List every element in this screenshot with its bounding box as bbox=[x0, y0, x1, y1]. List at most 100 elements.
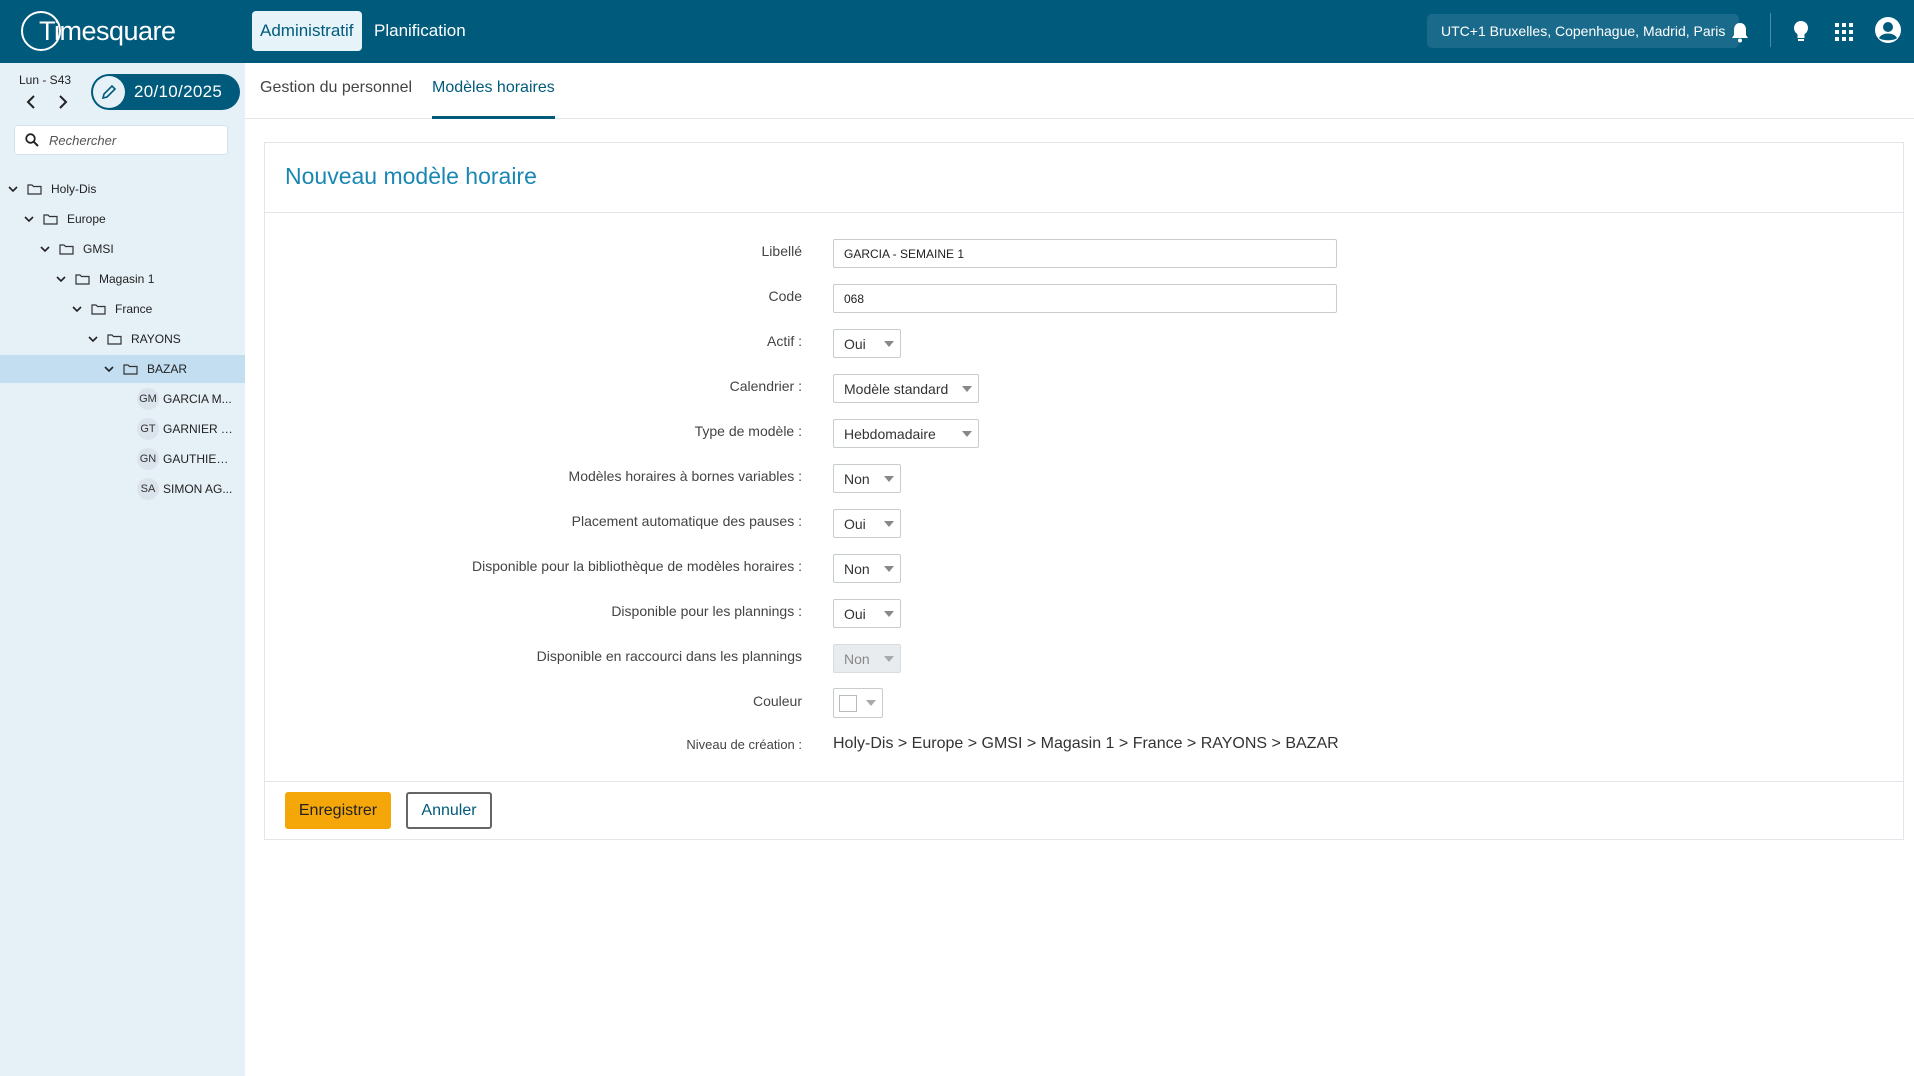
folder-icon bbox=[107, 334, 122, 345]
user-account-icon[interactable] bbox=[1874, 16, 1902, 44]
form-title: Nouveau modèle horaire bbox=[285, 163, 537, 189]
couleur-picker[interactable] bbox=[833, 688, 883, 718]
nav-tab-planification[interactable]: Planification bbox=[366, 11, 474, 51]
chevron-down-icon[interactable] bbox=[39, 243, 51, 255]
niveau-creation-label: Niveau de création : bbox=[686, 737, 802, 752]
toolbar-divider bbox=[1770, 13, 1771, 47]
search-input[interactable] bbox=[49, 132, 219, 148]
employee-initials-avatar: GN bbox=[137, 448, 159, 470]
placement-pauses-select[interactable]: Oui bbox=[833, 509, 901, 538]
folder-icon bbox=[75, 274, 90, 285]
tree-node-gmsi[interactable]: GMSI bbox=[0, 235, 245, 263]
actif-label: Actif : bbox=[766, 333, 802, 349]
tree-node-label: France bbox=[115, 302, 153, 316]
tree-node-label: RAYONS bbox=[131, 332, 181, 346]
caret-down-icon bbox=[884, 611, 894, 617]
nav-tab-administratif[interactable]: Administratif bbox=[252, 11, 362, 51]
timesquare-logo[interactable]: Timesquare bbox=[21, 10, 176, 52]
employee-name: SIMON AG... bbox=[163, 482, 233, 496]
libelle-input[interactable]: GARCIA - SEMAINE 1 bbox=[833, 239, 1337, 268]
bornes-variables-select[interactable]: Non bbox=[833, 464, 901, 493]
chevron-down-icon[interactable] bbox=[55, 273, 67, 285]
chevron-down-icon[interactable] bbox=[7, 183, 19, 195]
plannings-value: Oui bbox=[844, 605, 866, 622]
employee-row[interactable]: GT GARNIER T... bbox=[137, 416, 237, 442]
tree-node-label: Magasin 1 bbox=[99, 272, 155, 286]
employee-initials-avatar: GM bbox=[137, 388, 159, 410]
tree-node-label: Holy-Dis bbox=[51, 182, 97, 196]
divider bbox=[265, 781, 1903, 782]
tree-node-holy-dis[interactable]: Holy-Dis bbox=[0, 175, 245, 203]
cancel-button[interactable]: Annuler bbox=[406, 792, 492, 829]
type-modele-label: Type de modèle : bbox=[694, 423, 802, 439]
next-day-chevron-icon[interactable] bbox=[54, 93, 72, 111]
placement-pauses-value: Oui bbox=[844, 515, 866, 532]
placement-pauses-label: Placement automatique des pauses : bbox=[571, 513, 802, 529]
folder-icon bbox=[91, 304, 106, 315]
left-sidebar: Lun - S43 20/10/2025 Holy-Dis Europe bbox=[0, 63, 245, 1076]
date-picker-button[interactable]: 20/10/2025 bbox=[91, 74, 240, 110]
lightbulb-icon[interactable] bbox=[1787, 18, 1815, 46]
chevron-down-icon[interactable] bbox=[87, 333, 99, 345]
caret-down-icon bbox=[866, 700, 876, 706]
divider bbox=[265, 212, 1903, 213]
tree-node-rayons[interactable]: RAYONS bbox=[0, 325, 245, 353]
chevron-down-icon[interactable] bbox=[103, 363, 115, 375]
employee-name: GARCIA M... bbox=[163, 392, 232, 406]
previous-day-chevron-icon[interactable] bbox=[22, 93, 40, 111]
caret-down-icon bbox=[884, 341, 894, 347]
logo-text: Timesquare bbox=[39, 15, 176, 46]
type-modele-value: Hebdomadaire bbox=[844, 425, 936, 442]
caret-down-icon bbox=[884, 521, 894, 527]
type-modele-select[interactable]: Hebdomadaire bbox=[833, 419, 979, 448]
code-input[interactable]: 068 bbox=[833, 284, 1337, 313]
section-tabs: Gestion du personnel Modèles horaires bbox=[245, 63, 1914, 119]
caret-down-icon bbox=[884, 476, 894, 482]
folder-icon bbox=[43, 214, 58, 225]
bibliotheque-label: Disponible pour la bibliothèque de modèl… bbox=[472, 558, 802, 574]
tree-node-label: BAZAR bbox=[147, 362, 188, 376]
tree-node-bazar[interactable]: BAZAR bbox=[0, 355, 245, 383]
employee-initials-avatar: GT bbox=[137, 418, 159, 440]
top-bar: Timesquare Administratif Planification U… bbox=[0, 0, 1914, 63]
plannings-select[interactable]: Oui bbox=[833, 599, 901, 628]
calendrier-label: Calendrier : bbox=[729, 378, 802, 394]
bibliotheque-select[interactable]: Non bbox=[833, 554, 901, 583]
tab-modeles-horaires[interactable]: Modèles horaires bbox=[432, 79, 555, 119]
actif-select[interactable]: Oui bbox=[833, 329, 901, 358]
day-week-label: Lun - S43 bbox=[19, 73, 72, 87]
calendrier-value: Modèle standard bbox=[844, 380, 949, 397]
employee-name: GARNIER T... bbox=[163, 422, 233, 436]
bell-icon[interactable] bbox=[1726, 18, 1754, 46]
caret-down-icon bbox=[884, 656, 894, 662]
employee-name: GAUTHIER... bbox=[163, 452, 233, 466]
employee-row[interactable]: SA SIMON AG... bbox=[137, 476, 237, 502]
niveau-creation-breadcrumb: Holy-Dis > Europe > GMSI > Magasin 1 > F… bbox=[833, 735, 1339, 752]
apps-grid-icon[interactable] bbox=[1830, 18, 1858, 46]
chevron-down-icon[interactable] bbox=[23, 213, 35, 225]
tree-node-label: GMSI bbox=[83, 242, 114, 256]
caret-down-icon bbox=[884, 566, 894, 572]
search-box[interactable] bbox=[14, 125, 228, 155]
folder-icon bbox=[27, 184, 42, 195]
calendrier-select[interactable]: Modèle standard bbox=[833, 374, 979, 403]
color-swatch bbox=[839, 695, 857, 712]
chevron-down-icon[interactable] bbox=[71, 303, 83, 315]
tab-gestion-du-personnel[interactable]: Gestion du personnel bbox=[260, 79, 412, 119]
save-button[interactable]: Enregistrer bbox=[285, 792, 391, 829]
caret-down-icon bbox=[962, 431, 972, 437]
timezone-selector[interactable]: UTC+1 Bruxelles, Copenhague, Madrid, Par… bbox=[1427, 14, 1740, 48]
tree-node-france[interactable]: France bbox=[0, 295, 245, 323]
bornes-variables-label: Modèles horaires à bornes variables : bbox=[568, 468, 802, 484]
folder-icon bbox=[123, 364, 138, 375]
employee-row[interactable]: GN GAUTHIER... bbox=[137, 446, 237, 472]
tree-node-magasin-1[interactable]: Magasin 1 bbox=[0, 265, 245, 293]
couleur-label: Couleur bbox=[752, 693, 802, 709]
plannings-label: Disponible pour les plannings : bbox=[611, 603, 802, 619]
raccourci-select: Non bbox=[833, 644, 901, 673]
tree-node-europe[interactable]: Europe bbox=[0, 205, 245, 233]
libelle-label: Libellé bbox=[761, 243, 802, 259]
employee-row[interactable]: GM GARCIA M... bbox=[137, 386, 237, 412]
search-icon bbox=[25, 133, 39, 147]
bornes-variables-value: Non bbox=[844, 470, 870, 487]
